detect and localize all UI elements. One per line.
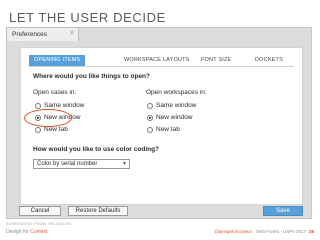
open-cases-label: Open cases in: [33, 89, 77, 96]
radio-label: New tab [156, 126, 180, 133]
tab-dockets[interactable]: DOCKETS [255, 55, 283, 66]
slide-title: LET THE USER DECIDE [9, 10, 166, 25]
cases-same-window-option[interactable]: Same window [35, 102, 84, 109]
screenshot-caption: SCREENSHOT FROM THE DIALOG [6, 222, 72, 226]
open-heading: Where would you like things to open? [33, 73, 150, 80]
chevron-down-icon: ▼ [122, 161, 127, 167]
highlight-circle-annotation [24, 109, 72, 127]
radio-button[interactable] [147, 126, 153, 133]
save-button[interactable]: Save [263, 206, 303, 216]
radio-button-selected[interactable] [147, 114, 153, 121]
tab-opening-items[interactable]: OPENING ITEMS [29, 55, 86, 66]
radio-button[interactable] [147, 102, 153, 109]
tab-font-size[interactable]: FONT SIZE [201, 55, 231, 66]
window-tab-label: Preferences [12, 31, 48, 38]
footer-credits: @designforcontext · Seth Forest · UXPA 2… [214, 229, 314, 234]
footer-brand-accent: Context [30, 229, 48, 235]
cancel-button[interactable]: Cancel [19, 206, 61, 216]
footer-brand-prefix: Design for [6, 229, 31, 235]
color-heading: How would you like to use color coding? [33, 146, 160, 153]
open-workspaces-label: Open workspaces in: [146, 89, 207, 96]
footer-handle: @designforcontext [214, 229, 252, 234]
radio-button[interactable] [35, 126, 41, 133]
workspaces-same-window-option[interactable]: Same window [147, 102, 196, 109]
color-coding-select[interactable]: Color by serial number ▼ [33, 159, 130, 169]
footer-credit-text: · Seth Forest · UXPA 2017 [251, 229, 306, 234]
footer-brand: Design for Context [6, 229, 47, 235]
page-number: 38 [308, 229, 314, 234]
workspaces-new-tab-option[interactable]: New tab [147, 126, 180, 133]
preferences-dialog: OPENING ITEMS WORKSPACE LAYOUTS FONT SIZ… [20, 47, 303, 205]
cases-new-tab-option[interactable]: New tab [35, 126, 68, 133]
radio-label: Same window [44, 102, 85, 109]
select-value: Color by serial number [37, 161, 98, 167]
tab-workspace-layouts[interactable]: WORKSPACE LAYOUTS [124, 55, 190, 66]
tab-bar: OPENING ITEMS WORKSPACE LAYOUTS FONT SIZ… [29, 55, 294, 67]
radio-button[interactable] [35, 102, 41, 109]
radio-label: New tab [44, 126, 68, 133]
workspaces-new-window-option[interactable]: New window [147, 114, 193, 121]
window-tab-preferences[interactable]: Preferences × [6, 27, 79, 41]
radio-label: New window [156, 114, 193, 121]
restore-defaults-button[interactable]: Restore Defaults [68, 206, 128, 216]
close-icon[interactable]: × [70, 30, 74, 37]
dialog-footer: Cancel Restore Defaults Save [6, 206, 312, 219]
radio-label: Same window [156, 102, 197, 109]
